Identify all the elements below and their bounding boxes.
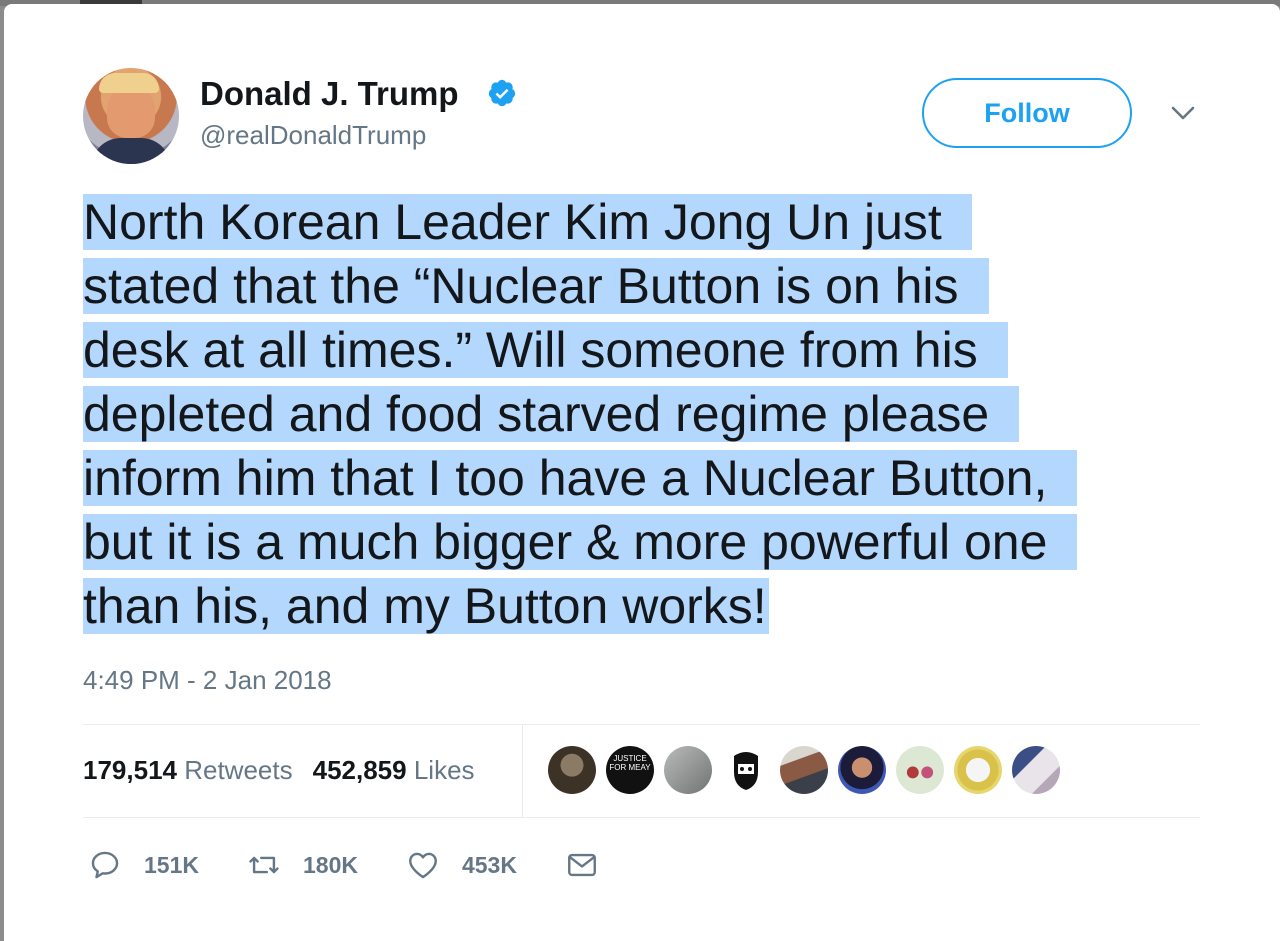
liker-avatars: JUSTICE FOR MEAY bbox=[548, 746, 1060, 796]
like-action[interactable]: 453K bbox=[406, 848, 517, 882]
verified-badge-icon bbox=[488, 79, 516, 107]
liker-avatar[interactable] bbox=[954, 746, 1002, 794]
stats-top-divider bbox=[83, 724, 1200, 725]
liker-avatar[interactable]: JUSTICE FOR MEAY bbox=[606, 746, 654, 794]
follow-button[interactable]: Follow bbox=[922, 78, 1132, 148]
liker-avatar[interactable] bbox=[722, 746, 770, 794]
tweet-timestamp[interactable]: 4:49 PM - 2 Jan 2018 bbox=[83, 665, 332, 696]
tweet-line: than his, and my Button works! bbox=[83, 578, 769, 634]
mail-icon bbox=[567, 853, 596, 877]
stats-vertical-divider bbox=[522, 725, 523, 817]
retweet-count: 180K bbox=[302, 851, 358, 878]
liker-avatar[interactable] bbox=[838, 746, 886, 794]
tweet-line: inform him that I too have a Nuclear But… bbox=[83, 446, 1203, 510]
likes-stat[interactable]: 452,859 Likes bbox=[313, 755, 475, 785]
like-count: 453K bbox=[461, 851, 517, 878]
chevron-down-icon[interactable] bbox=[1168, 101, 1198, 125]
reply-action[interactable]: 151K bbox=[88, 848, 199, 882]
stats-bottom-divider bbox=[83, 817, 1200, 818]
heart-icon bbox=[409, 852, 437, 879]
direct-message-action[interactable] bbox=[565, 848, 599, 882]
tweet-text: North Korean Leader Kim Jong Un just sta… bbox=[83, 190, 1203, 638]
author-avatar[interactable] bbox=[83, 68, 179, 164]
liker-avatar[interactable] bbox=[548, 746, 596, 794]
retweet-icon bbox=[249, 856, 279, 874]
tweet-actions: 151K 180K 453K bbox=[88, 845, 647, 885]
liker-avatar[interactable] bbox=[664, 746, 712, 794]
retweets-stat[interactable]: 179,514 Retweets bbox=[83, 755, 293, 785]
liker-avatar-text: JUSTICE FOR MEAY bbox=[609, 754, 651, 772]
liker-avatar[interactable] bbox=[1012, 746, 1060, 794]
liker-avatar-face-icon bbox=[734, 752, 758, 790]
liker-avatar[interactable] bbox=[896, 746, 944, 794]
author-handle[interactable]: @realDonaldTrump bbox=[200, 120, 426, 151]
liker-avatar[interactable] bbox=[780, 746, 828, 794]
tweet-line: stated that the “Nuclear Button is on hi… bbox=[83, 254, 1203, 318]
author-name[interactable]: Donald J. Trump bbox=[200, 75, 459, 113]
tweet-line: depleted and food starved regime please bbox=[83, 382, 1203, 446]
reply-icon bbox=[91, 851, 119, 879]
tweet-stats: 179,514 Retweets 452,859 Likes bbox=[83, 755, 475, 786]
tweet-line: but it is a much bigger & more powerful … bbox=[83, 510, 1203, 574]
tweet-line: North Korean Leader Kim Jong Un just bbox=[83, 190, 1203, 254]
reply-count: 151K bbox=[144, 851, 199, 878]
retweet-action[interactable]: 180K bbox=[247, 848, 358, 882]
tweet-line: desk at all times.” Will someone from hi… bbox=[83, 318, 1203, 382]
